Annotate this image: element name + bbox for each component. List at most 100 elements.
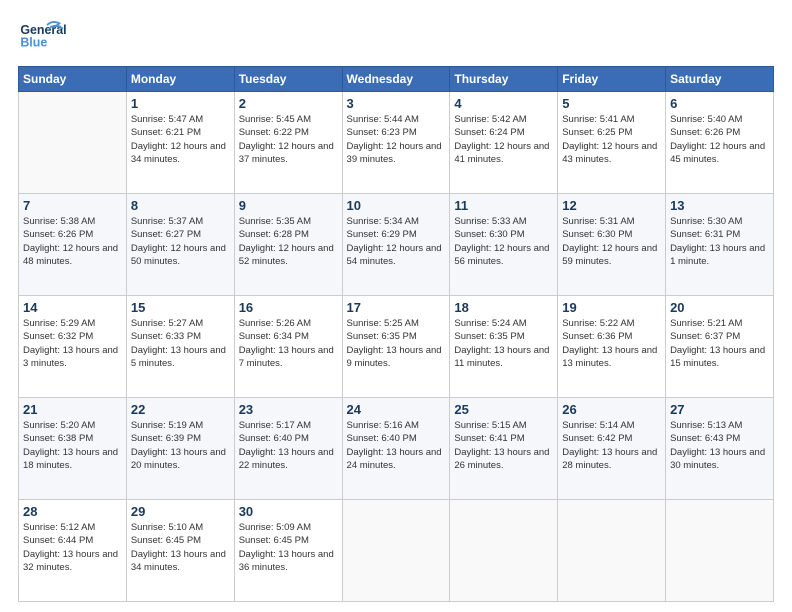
calendar-cell: 2 Sunrise: 5:45 AM Sunset: 6:22 PM Daylig… — [234, 92, 342, 194]
calendar-cell — [342, 500, 450, 602]
calendar-cell: 5Sunrise: 5:41 AM Sunset: 6:25 PM Daylig… — [558, 92, 666, 194]
day-info: Sunrise: 5:10 AM Sunset: 6:45 PM Dayligh… — [131, 521, 230, 574]
day-info: Sunrise: 5:19 AM Sunset: 6:39 PM Dayligh… — [131, 419, 230, 472]
day-info: Sunrise: 5:47 AM Sunset: 6:21 PM Dayligh… — [131, 113, 230, 166]
day-info: Sunrise: 5:42 AM Sunset: 6:24 PM Dayligh… — [454, 113, 553, 166]
day-info: Sunrise: 5:26 AM Sunset: 6:34 PM Dayligh… — [239, 317, 338, 370]
svg-text:Blue: Blue — [20, 35, 47, 49]
day-number: 27 — [670, 402, 769, 417]
day-info: Sunrise: 5:21 AM Sunset: 6:37 PM Dayligh… — [670, 317, 769, 370]
calendar-cell: 16Sunrise: 5:26 AM Sunset: 6:34 PM Dayli… — [234, 296, 342, 398]
week-row-2: 7 Sunrise: 5:38 AM Sunset: 6:26 PM Daylig… — [19, 194, 774, 296]
day-number: 9 — [239, 198, 338, 213]
day-number: 10 — [347, 198, 446, 213]
weekday-header-monday: Monday — [126, 67, 234, 92]
calendar-cell — [666, 500, 774, 602]
calendar-cell: 20 Sunrise: 5:21 AM Sunset: 6:37 PM Dayli… — [666, 296, 774, 398]
week-row-3: 14 Sunrise: 5:29 AM Sunset: 6:32 PM Dayli… — [19, 296, 774, 398]
day-info: Sunrise: 5:27 AM Sunset: 6:33 PM Dayligh… — [131, 317, 230, 370]
day-number: 25 — [454, 402, 553, 417]
weekday-header-sunday: Sunday — [19, 67, 127, 92]
calendar-cell: 29 Sunrise: 5:10 AM Sunset: 6:45 PM Dayli… — [126, 500, 234, 602]
day-number: 26 — [562, 402, 661, 417]
day-info: Sunrise: 5:12 AM Sunset: 6:44 PM Dayligh… — [23, 521, 122, 574]
logo: General Blue — [18, 18, 68, 58]
calendar-cell: 24 Sunrise: 5:16 AM Sunset: 6:40 PM Dayli… — [342, 398, 450, 500]
day-info: Sunrise: 5:29 AM Sunset: 6:32 PM Dayligh… — [23, 317, 122, 370]
day-number: 28 — [23, 504, 122, 519]
day-info: Sunrise: 5:22 AM Sunset: 6:36 PM Dayligh… — [562, 317, 661, 370]
weekday-header-wednesday: Wednesday — [342, 67, 450, 92]
day-info: Sunrise: 5:34 AM Sunset: 6:29 PM Dayligh… — [347, 215, 446, 268]
day-number: 21 — [23, 402, 122, 417]
day-info: Sunrise: 5:30 AM Sunset: 6:31 PM Dayligh… — [670, 215, 769, 268]
day-number: 15 — [131, 300, 230, 315]
day-info: Sunrise: 5:14 AM Sunset: 6:42 PM Dayligh… — [562, 419, 661, 472]
day-number: 17 — [347, 300, 446, 315]
day-number: 6 — [670, 96, 769, 111]
day-info: Sunrise: 5:17 AM Sunset: 6:40 PM Dayligh… — [239, 419, 338, 472]
calendar-cell — [450, 500, 558, 602]
day-info: Sunrise: 5:31 AM Sunset: 6:30 PM Dayligh… — [562, 215, 661, 268]
day-info: Sunrise: 5:24 AM Sunset: 6:35 PM Dayligh… — [454, 317, 553, 370]
day-number: 23 — [239, 402, 338, 417]
calendar-cell: 23 Sunrise: 5:17 AM Sunset: 6:40 PM Dayli… — [234, 398, 342, 500]
week-row-5: 28 Sunrise: 5:12 AM Sunset: 6:44 PM Dayli… — [19, 500, 774, 602]
day-number: 13 — [670, 198, 769, 213]
day-info: Sunrise: 5:15 AM Sunset: 6:41 PM Dayligh… — [454, 419, 553, 472]
day-number: 12 — [562, 198, 661, 213]
logo-icon: General Blue — [18, 18, 68, 58]
day-number: 11 — [454, 198, 553, 213]
day-number: 19 — [562, 300, 661, 315]
week-row-1: 1 Sunrise: 5:47 AM Sunset: 6:21 PM Daylig… — [19, 92, 774, 194]
calendar-cell: 18 Sunrise: 5:24 AM Sunset: 6:35 PM Dayli… — [450, 296, 558, 398]
calendar-cell: 11Sunrise: 5:33 AM Sunset: 6:30 PM Dayli… — [450, 194, 558, 296]
calendar-cell: 28 Sunrise: 5:12 AM Sunset: 6:44 PM Dayli… — [19, 500, 127, 602]
calendar-table: SundayMondayTuesdayWednesdayThursdayFrid… — [18, 66, 774, 602]
day-info: Sunrise: 5:45 AM Sunset: 6:22 PM Dayligh… — [239, 113, 338, 166]
calendar-cell: 27Sunrise: 5:13 AM Sunset: 6:43 PM Dayli… — [666, 398, 774, 500]
day-info: Sunrise: 5:35 AM Sunset: 6:28 PM Dayligh… — [239, 215, 338, 268]
calendar-cell: 26 Sunrise: 5:14 AM Sunset: 6:42 PM Dayli… — [558, 398, 666, 500]
calendar-cell: 14 Sunrise: 5:29 AM Sunset: 6:32 PM Dayli… — [19, 296, 127, 398]
day-number: 3 — [347, 96, 446, 111]
day-number: 4 — [454, 96, 553, 111]
calendar-cell: 8Sunrise: 5:37 AM Sunset: 6:27 PM Daylig… — [126, 194, 234, 296]
calendar-cell: 13 Sunrise: 5:30 AM Sunset: 6:31 PM Dayli… — [666, 194, 774, 296]
calendar-cell: 10 Sunrise: 5:34 AM Sunset: 6:29 PM Dayli… — [342, 194, 450, 296]
day-number: 24 — [347, 402, 446, 417]
calendar-cell: 15 Sunrise: 5:27 AM Sunset: 6:33 PM Dayli… — [126, 296, 234, 398]
weekday-header-saturday: Saturday — [666, 67, 774, 92]
calendar-cell: 30 Sunrise: 5:09 AM Sunset: 6:45 PM Dayli… — [234, 500, 342, 602]
weekday-header-friday: Friday — [558, 67, 666, 92]
weekday-header-thursday: Thursday — [450, 67, 558, 92]
calendar-cell: 19 Sunrise: 5:22 AM Sunset: 6:36 PM Dayli… — [558, 296, 666, 398]
day-number: 14 — [23, 300, 122, 315]
day-info: Sunrise: 5:16 AM Sunset: 6:40 PM Dayligh… — [347, 419, 446, 472]
calendar-cell: 22Sunrise: 5:19 AM Sunset: 6:39 PM Dayli… — [126, 398, 234, 500]
calendar-cell: 7 Sunrise: 5:38 AM Sunset: 6:26 PM Daylig… — [19, 194, 127, 296]
calendar-cell: 21Sunrise: 5:20 AM Sunset: 6:38 PM Dayli… — [19, 398, 127, 500]
day-number: 30 — [239, 504, 338, 519]
day-number: 2 — [239, 96, 338, 111]
day-number: 5 — [562, 96, 661, 111]
week-row-4: 21Sunrise: 5:20 AM Sunset: 6:38 PM Dayli… — [19, 398, 774, 500]
day-info: Sunrise: 5:44 AM Sunset: 6:23 PM Dayligh… — [347, 113, 446, 166]
calendar-cell: 12 Sunrise: 5:31 AM Sunset: 6:30 PM Dayli… — [558, 194, 666, 296]
weekday-header-row: SundayMondayTuesdayWednesdayThursdayFrid… — [19, 67, 774, 92]
header: General Blue — [18, 18, 774, 58]
day-number: 7 — [23, 198, 122, 213]
day-number: 1 — [131, 96, 230, 111]
day-info: Sunrise: 5:09 AM Sunset: 6:45 PM Dayligh… — [239, 521, 338, 574]
day-number: 20 — [670, 300, 769, 315]
page: General Blue SundayMondayTuesdayWednesda… — [0, 0, 792, 612]
calendar-cell — [558, 500, 666, 602]
calendar-cell: 4 Sunrise: 5:42 AM Sunset: 6:24 PM Daylig… — [450, 92, 558, 194]
calendar-cell: 3 Sunrise: 5:44 AM Sunset: 6:23 PM Daylig… — [342, 92, 450, 194]
day-info: Sunrise: 5:25 AM Sunset: 6:35 PM Dayligh… — [347, 317, 446, 370]
calendar-cell — [19, 92, 127, 194]
day-info: Sunrise: 5:38 AM Sunset: 6:26 PM Dayligh… — [23, 215, 122, 268]
calendar-cell: 6Sunrise: 5:40 AM Sunset: 6:26 PM Daylig… — [666, 92, 774, 194]
day-number: 18 — [454, 300, 553, 315]
day-number: 29 — [131, 504, 230, 519]
